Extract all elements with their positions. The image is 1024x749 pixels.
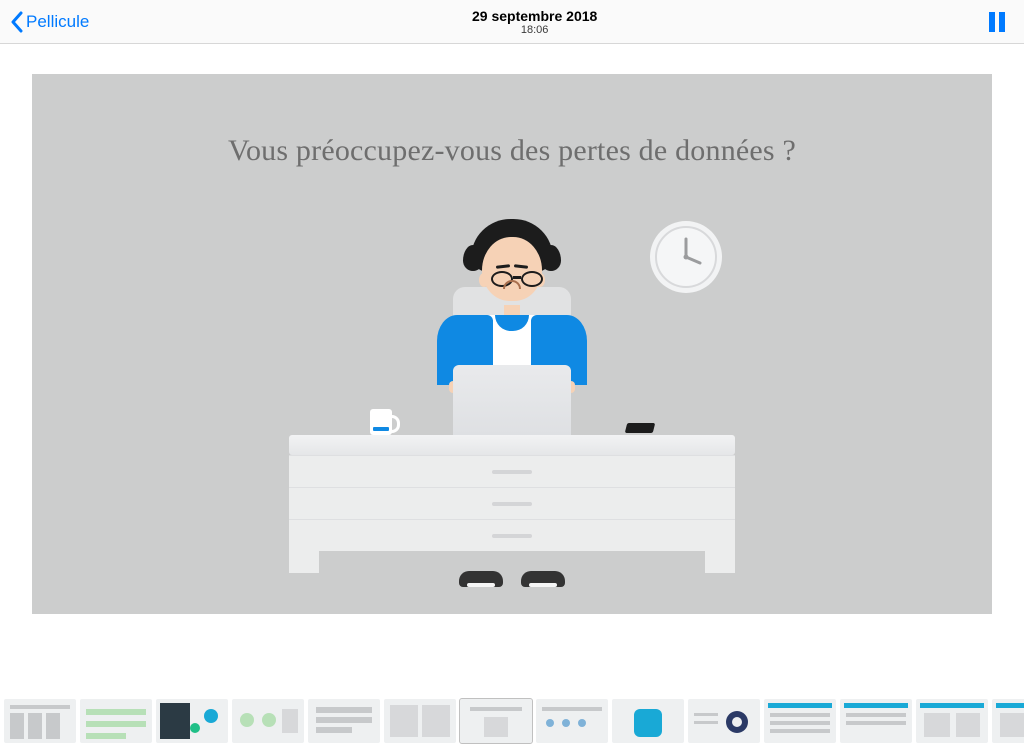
shoes <box>459 571 565 587</box>
coffee-mug-icon <box>370 409 392 435</box>
media-viewer[interactable]: Vous préoccupez-vous des pertes de donné… <box>0 44 1024 694</box>
thumbnail[interactable] <box>612 699 684 743</box>
thumbnail[interactable] <box>764 699 836 743</box>
thumbnail[interactable] <box>384 699 456 743</box>
laptop-icon <box>453 365 571 443</box>
video-frame: Vous préoccupez-vous des pertes de donné… <box>32 74 992 614</box>
pause-button[interactable] <box>980 5 1014 39</box>
thumbnail[interactable] <box>916 699 988 743</box>
slide-headline: Vous préoccupez-vous des pertes de donné… <box>32 134 992 168</box>
thumbnail[interactable] <box>4 699 76 743</box>
chevron-left-icon <box>10 11 23 33</box>
nav-bar: Pellicule 29 septembre 2018 18:06 <box>0 0 1024 44</box>
thumbnail[interactable] <box>80 699 152 743</box>
phone-icon <box>625 423 655 433</box>
pause-icon <box>987 10 1007 34</box>
title-block: 29 septembre 2018 18:06 <box>472 8 597 36</box>
back-button[interactable]: Pellicule <box>10 11 89 33</box>
thumbnail[interactable] <box>232 699 304 743</box>
thumbnail[interactable] <box>536 699 608 743</box>
wall-clock-icon <box>650 221 722 293</box>
thumbnail-strip[interactable] <box>0 695 1024 749</box>
desk <box>289 435 735 573</box>
illustration <box>252 209 772 589</box>
person <box>412 227 612 385</box>
thumbnail[interactable] <box>308 699 380 743</box>
thumbnail[interactable] <box>840 699 912 743</box>
thumbnail[interactable] <box>156 699 228 743</box>
thumbnail[interactable] <box>992 699 1024 743</box>
thumbnail[interactable] <box>688 699 760 743</box>
photo-date: 29 septembre 2018 <box>472 8 597 24</box>
thumbnail[interactable] <box>460 699 532 743</box>
photo-time: 18:06 <box>472 24 597 36</box>
back-label: Pellicule <box>26 12 89 32</box>
